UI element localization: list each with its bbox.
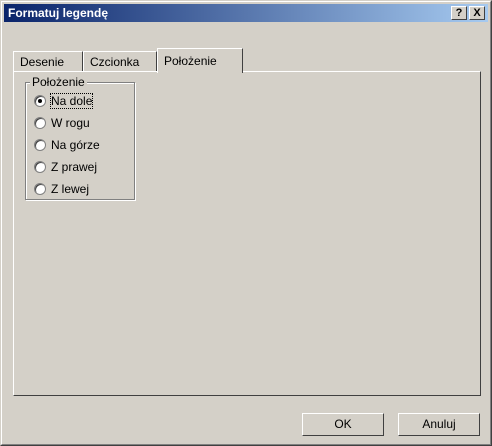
radio-label-na-gorze: Na górze: [51, 138, 100, 152]
radio-circle-icon[interactable]: [34, 95, 46, 107]
tab-polozenie[interactable]: Położenie: [157, 48, 243, 73]
tab-panel-polozenie: Położenie Na dole W rogu Na górze Z praw…: [13, 71, 481, 396]
radio-circle-icon[interactable]: [34, 139, 46, 151]
radio-label-na-dole: Na dole: [49, 93, 94, 109]
window-title: Formatuj legendę: [8, 6, 109, 20]
radio-label-z-prawej: Z prawej: [51, 160, 98, 174]
radio-circle-icon[interactable]: [34, 161, 46, 173]
title-bar[interactable]: Formatuj legendę ? X: [4, 4, 488, 22]
tab-czcionka[interactable]: Czcionka: [83, 51, 157, 71]
placement-group-label: Położenie: [30, 75, 87, 89]
cancel-button[interactable]: Anuluj: [398, 413, 480, 436]
format-legend-dialog: Formatuj legendę ? X Desenie Czcionka Po…: [0, 0, 492, 446]
placement-groupbox: Położenie Na dole W rogu Na górze Z praw…: [25, 75, 135, 200]
radio-label-z-lewej: Z lewej: [51, 182, 90, 196]
radio-circle-icon[interactable]: [34, 117, 46, 129]
ok-button[interactable]: OK: [302, 413, 384, 436]
help-button[interactable]: ?: [451, 6, 467, 20]
tab-desenie[interactable]: Desenie: [13, 51, 83, 71]
radio-label-w-rogu: W rogu: [51, 116, 90, 130]
close-button[interactable]: X: [469, 6, 485, 20]
radio-circle-icon[interactable]: [34, 183, 46, 195]
